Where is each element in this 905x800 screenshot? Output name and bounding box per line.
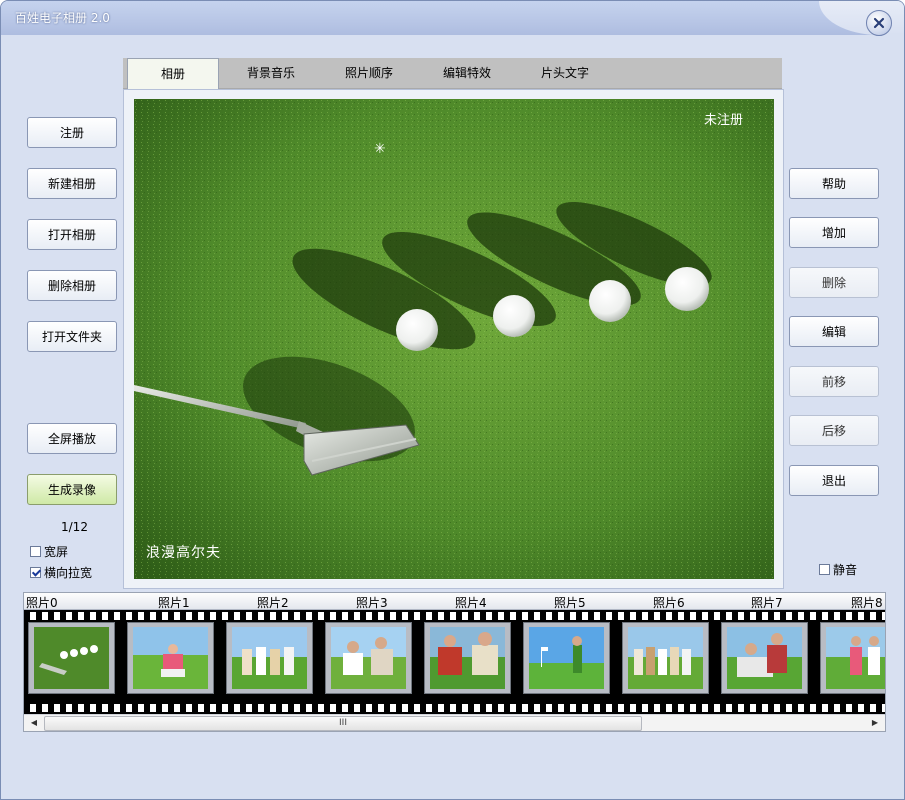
film-perforations-bottom xyxy=(24,704,885,712)
horizontal-stretch-label: 横向拉宽 xyxy=(44,566,93,580)
move-back-button[interactable]: 后移 xyxy=(789,415,879,446)
unregistered-watermark: 未注册 xyxy=(704,113,744,128)
fullscreen-play-button[interactable]: 全屏播放 xyxy=(27,423,117,454)
new-album-button[interactable]: 新建相册 xyxy=(27,168,117,199)
horizontal-stretch-checkbox[interactable]: 横向拉宽 xyxy=(30,564,92,581)
thumbnail-image xyxy=(529,627,604,689)
filmstrip-label: 照片3 xyxy=(356,596,388,610)
filmstrip-label: 照片7 xyxy=(751,596,783,610)
thumbnail-image xyxy=(34,627,109,689)
filmstrip-label: 照片5 xyxy=(554,596,586,610)
tab-background-music[interactable]: 背景音乐 xyxy=(223,58,319,88)
delete-album-button[interactable]: 删除相册 xyxy=(27,270,117,301)
add-button[interactable]: 增加 xyxy=(789,217,879,248)
tab-album[interactable]: 相册 xyxy=(127,58,219,90)
title-bar[interactable]: 百姓电子相册 2.0 xyxy=(1,1,904,36)
film-reel xyxy=(24,610,885,714)
open-album-button[interactable]: 打开相册 xyxy=(27,219,117,250)
scroll-right-arrow[interactable]: ▶ xyxy=(868,717,882,729)
thumbnail-image xyxy=(133,627,208,689)
widescreen-label: 宽屏 xyxy=(44,545,69,559)
filmstrip-label: 照片1 xyxy=(158,596,190,610)
photo-caption: 浪漫高尔夫 xyxy=(146,545,221,561)
thumbnail-image xyxy=(430,627,505,689)
thumbnail-1[interactable] xyxy=(127,622,214,694)
filmstrip-header: 照片0 照片1 照片2 照片3 照片4 照片5 照片6 照片7 照片8 xyxy=(24,593,885,610)
thumbnail-image xyxy=(331,627,406,689)
generate-video-button[interactable]: 生成录像 xyxy=(27,474,117,505)
thumbnail-6[interactable] xyxy=(622,622,709,694)
film-perforations-top xyxy=(24,612,885,620)
thumbnail-0[interactable] xyxy=(28,622,115,694)
filmstrip-label: 照片2 xyxy=(257,596,289,610)
move-forward-button[interactable]: 前移 xyxy=(789,366,879,397)
app-window: 百姓电子相册 2.0 相册 背景音乐 照片顺序 编辑特效 片头文字 未注册 ✳ … xyxy=(0,0,905,800)
thumbnail-image xyxy=(727,627,802,689)
thumbnail-2[interactable] xyxy=(226,622,313,694)
close-button[interactable] xyxy=(866,10,892,36)
photo-preview-panel: 未注册 ✳ 浪漫高尔夫 xyxy=(123,89,784,589)
thumbnail-3[interactable] xyxy=(325,622,412,694)
close-icon xyxy=(873,17,885,29)
filmstrip-label: 照片8 xyxy=(851,596,883,610)
sparkle-mark: ✳ xyxy=(374,141,386,157)
filmstrip-label: 照片4 xyxy=(455,596,487,610)
thumbnail-image xyxy=(628,627,703,689)
thumbnail-4[interactable] xyxy=(424,622,511,694)
thumbnail-7[interactable] xyxy=(721,622,808,694)
thumbnail-image xyxy=(826,627,885,689)
golf-photo xyxy=(134,99,774,579)
help-button[interactable]: 帮助 xyxy=(789,168,879,199)
horizontal-stretch-checkbox-box[interactable] xyxy=(30,567,41,578)
mute-checkbox-box[interactable] xyxy=(819,564,830,575)
tab-edit-effects[interactable]: 编辑特效 xyxy=(419,58,515,88)
register-button[interactable]: 注册 xyxy=(27,117,117,148)
photo-counter: 1/12 xyxy=(61,520,88,534)
edit-button[interactable]: 编辑 xyxy=(789,316,879,347)
thumbnail-image xyxy=(232,627,307,689)
scrollbar-thumb[interactable]: III xyxy=(44,716,642,731)
filmstrip-label: 照片6 xyxy=(653,596,685,610)
thumbnail-8[interactable] xyxy=(820,622,885,694)
mute-checkbox[interactable]: 静音 xyxy=(819,561,857,578)
widescreen-checkbox[interactable]: 宽屏 xyxy=(30,543,68,560)
filmstrip-scrollbar[interactable]: ◀ III ▶ xyxy=(24,714,885,731)
photo-preview: 未注册 ✳ 浪漫高尔夫 xyxy=(134,99,774,579)
filmstrip-label: 照片0 xyxy=(26,596,58,610)
thumbnail-5[interactable] xyxy=(523,622,610,694)
tab-photo-order[interactable]: 照片顺序 xyxy=(321,58,417,88)
open-folder-button[interactable]: 打开文件夹 xyxy=(27,321,117,352)
mute-label: 静音 xyxy=(833,563,858,577)
window-title: 百姓电子相册 2.0 xyxy=(15,11,110,25)
scroll-left-arrow[interactable]: ◀ xyxy=(27,717,41,729)
widescreen-checkbox-box[interactable] xyxy=(30,546,41,557)
delete-button[interactable]: 删除 xyxy=(789,267,879,298)
exit-button[interactable]: 退出 xyxy=(789,465,879,496)
tab-bar: 相册 背景音乐 照片顺序 编辑特效 片头文字 xyxy=(123,58,782,90)
tab-intro-text[interactable]: 片头文字 xyxy=(517,58,613,88)
photo-filmstrip: 照片0 照片1 照片2 照片3 照片4 照片5 照片6 照片7 照片8 ◀ II… xyxy=(23,592,886,732)
